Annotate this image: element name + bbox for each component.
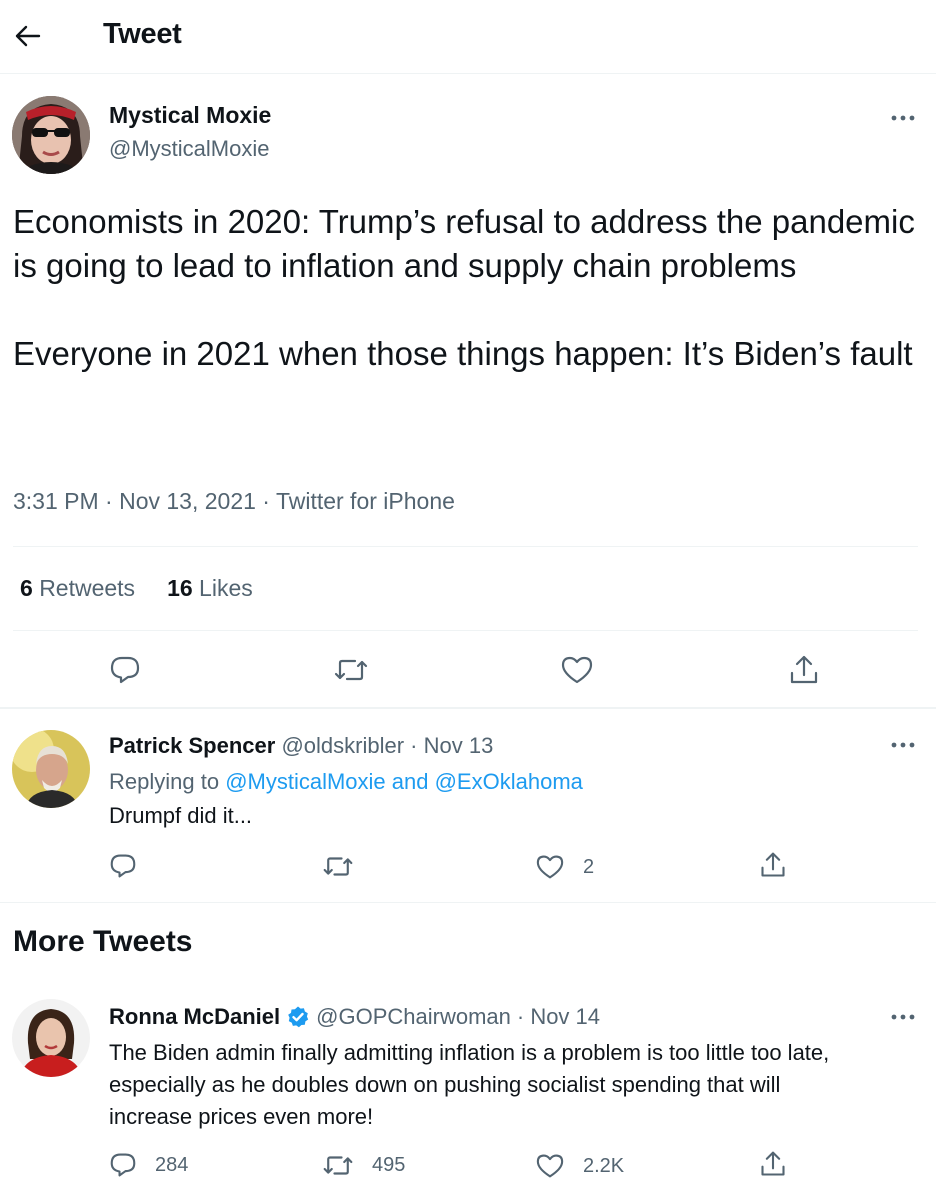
avatar[interactable] [12,96,90,174]
like-icon [536,1154,564,1178]
divider [0,902,936,903]
reply-author-name[interactable]: Patrick Spencer [109,733,275,758]
reply-icon[interactable] [105,650,145,690]
more-options-icon[interactable] [888,1002,918,1032]
like-count: 2 [583,855,595,878]
like-button[interactable]: 2 [535,854,594,880]
retweet-icon[interactable] [331,650,371,690]
reply-header: Patrick Spencer @oldskribler · Nov 13 [109,733,493,759]
retweets-count: 6 [20,575,33,601]
tweet-text: Economists in 2020: Trump’s refusal to a… [13,203,915,372]
retweets-stat[interactable]: 6 Retweets [20,575,135,602]
share-icon[interactable] [784,650,824,690]
divider [13,630,918,631]
avatar[interactable] [12,999,90,1077]
divider [0,707,936,709]
like-icon [536,855,564,879]
tweet-text: The Biden admin finally admitting inflat… [109,1040,830,1129]
share-icon[interactable] [759,1150,787,1178]
author-handle[interactable]: @MysticalMoxie [109,136,269,162]
share-icon[interactable] [759,851,787,879]
tweet-timestamp[interactable]: 3:31 PM · Nov 13, 2021 · Twitter for iPh… [13,488,455,515]
back-arrow-icon[interactable] [10,18,46,54]
retweet-button[interactable]: 495 [322,1153,405,1178]
retweets-label: Retweets [39,575,136,601]
top-bar: Tweet [0,0,936,74]
likes-label: Likes [199,575,253,601]
reply-icon [110,1153,136,1177]
replying-to: Replying to @MysticalMoxie and @ExOklaho… [109,769,583,795]
reply-text: Drumpf did it... [109,803,253,828]
avatar[interactable] [12,730,90,808]
author-name[interactable]: Mystical Moxie [109,102,271,129]
section-title: More Tweets [13,925,193,958]
retweet-icon[interactable] [322,854,354,879]
reply-count: 284 [155,1153,189,1176]
more-options-icon[interactable] [888,730,918,760]
verified-badge-icon [286,1005,310,1029]
retweet-icon [323,1156,353,1175]
tweet-header: Ronna McDaniel @GOPChairwoman · Nov 14 [109,1004,600,1030]
reply-icon[interactable] [109,853,137,879]
reply-author-handle[interactable]: @oldskribler [281,733,404,758]
divider [13,546,918,547]
reply-button[interactable]: 284 [109,1152,188,1178]
tweet-author-name[interactable]: Ronna McDaniel [109,1004,280,1030]
like-button[interactable]: 2.2K [535,1153,624,1179]
likes-count: 16 [167,575,193,601]
retweet-count: 495 [372,1154,406,1176]
tweet-date[interactable]: · Nov 14 [517,1004,600,1030]
replying-to-links[interactable]: @MysticalMoxie and @ExOklahoma [225,769,583,794]
page-title: Tweet [103,18,182,50]
like-count: 2.2K [583,1154,625,1177]
likes-stat[interactable]: 16 Likes [167,575,253,602]
tweet-author-handle[interactable]: @GOPChairwoman [316,1004,511,1030]
more-options-icon[interactable] [888,103,918,133]
replying-prefix: Replying to [109,769,220,794]
tweet-stats: 6 Retweets 16 Likes [20,575,253,602]
like-icon[interactable] [557,650,597,690]
reply-date[interactable]: · Nov 13 [410,733,493,758]
